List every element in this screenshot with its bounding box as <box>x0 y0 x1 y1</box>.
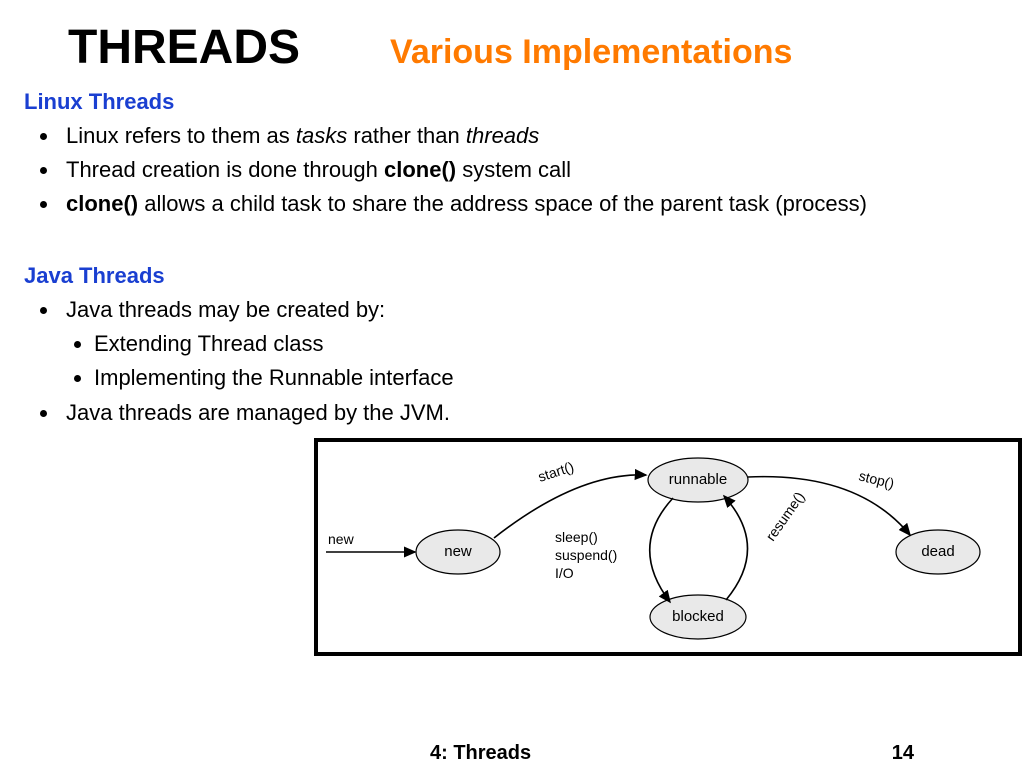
state-node-label: new <box>444 543 472 560</box>
edge-label: resume() <box>762 488 807 543</box>
edge-label-sleep2: suspend() <box>555 547 617 563</box>
slide: THREADS Various Implementations Linux Th… <box>0 0 1024 768</box>
bullet-list-java-2: Java threads are managed by the JVM. <box>34 396 1000 430</box>
state-diagram: new new runnable blocked dead start() sl… <box>314 438 1022 656</box>
list-item: clone() allows a child task to share the… <box>60 187 1000 221</box>
text-bold: clone() <box>66 191 138 216</box>
text-emph: tasks <box>296 123 347 148</box>
text: system call <box>456 157 571 182</box>
state-node-label: runnable <box>669 471 727 488</box>
edge-label: stop() <box>857 467 896 491</box>
text: allows a child task to share the address… <box>138 191 867 216</box>
text: rather than <box>347 123 466 148</box>
list-item: Implementing the Runnable interface <box>94 361 1000 395</box>
edge-label: start() <box>536 458 576 485</box>
footer-page-number: 14 <box>892 742 914 765</box>
edge-resume <box>724 496 748 600</box>
text-bold: clone() <box>384 157 456 182</box>
page-title: THREADS <box>68 20 300 75</box>
page-subtitle: Various Implementations <box>390 33 792 72</box>
sub-bullet-list: Extending Thread class Implementing the … <box>68 327 1000 395</box>
spacer <box>24 221 1000 249</box>
text-emph: threads <box>466 123 539 148</box>
list-item: Java threads may be created by: <box>60 293 1000 327</box>
state-node-label: blocked <box>672 608 724 625</box>
list-item: Extending Thread class <box>94 327 1000 361</box>
list-item: Thread creation is done through clone() … <box>60 153 1000 187</box>
footer-title: 4: Threads <box>430 742 531 765</box>
edge-label-sleep1: sleep() <box>555 529 598 545</box>
edge-label-entry: new <box>328 531 355 547</box>
bullet-list-linux: Linux refers to them as tasks rather tha… <box>34 119 1000 221</box>
section-heading-java: Java Threads <box>24 263 1000 289</box>
list-item: Java threads are managed by the JVM. <box>60 396 1000 430</box>
edge-sleep <box>650 498 673 602</box>
bullet-list-java: Java threads may be created by: <box>34 293 1000 327</box>
edge-label-sleep3: I/O <box>555 565 574 581</box>
text: Thread creation is done through <box>66 157 384 182</box>
text: Linux refers to them as <box>66 123 296 148</box>
state-node-label: dead <box>921 543 954 560</box>
list-item: Linux refers to them as tasks rather tha… <box>60 119 1000 153</box>
header: THREADS Various Implementations <box>68 20 1000 75</box>
section-heading-linux: Linux Threads <box>24 89 1000 115</box>
